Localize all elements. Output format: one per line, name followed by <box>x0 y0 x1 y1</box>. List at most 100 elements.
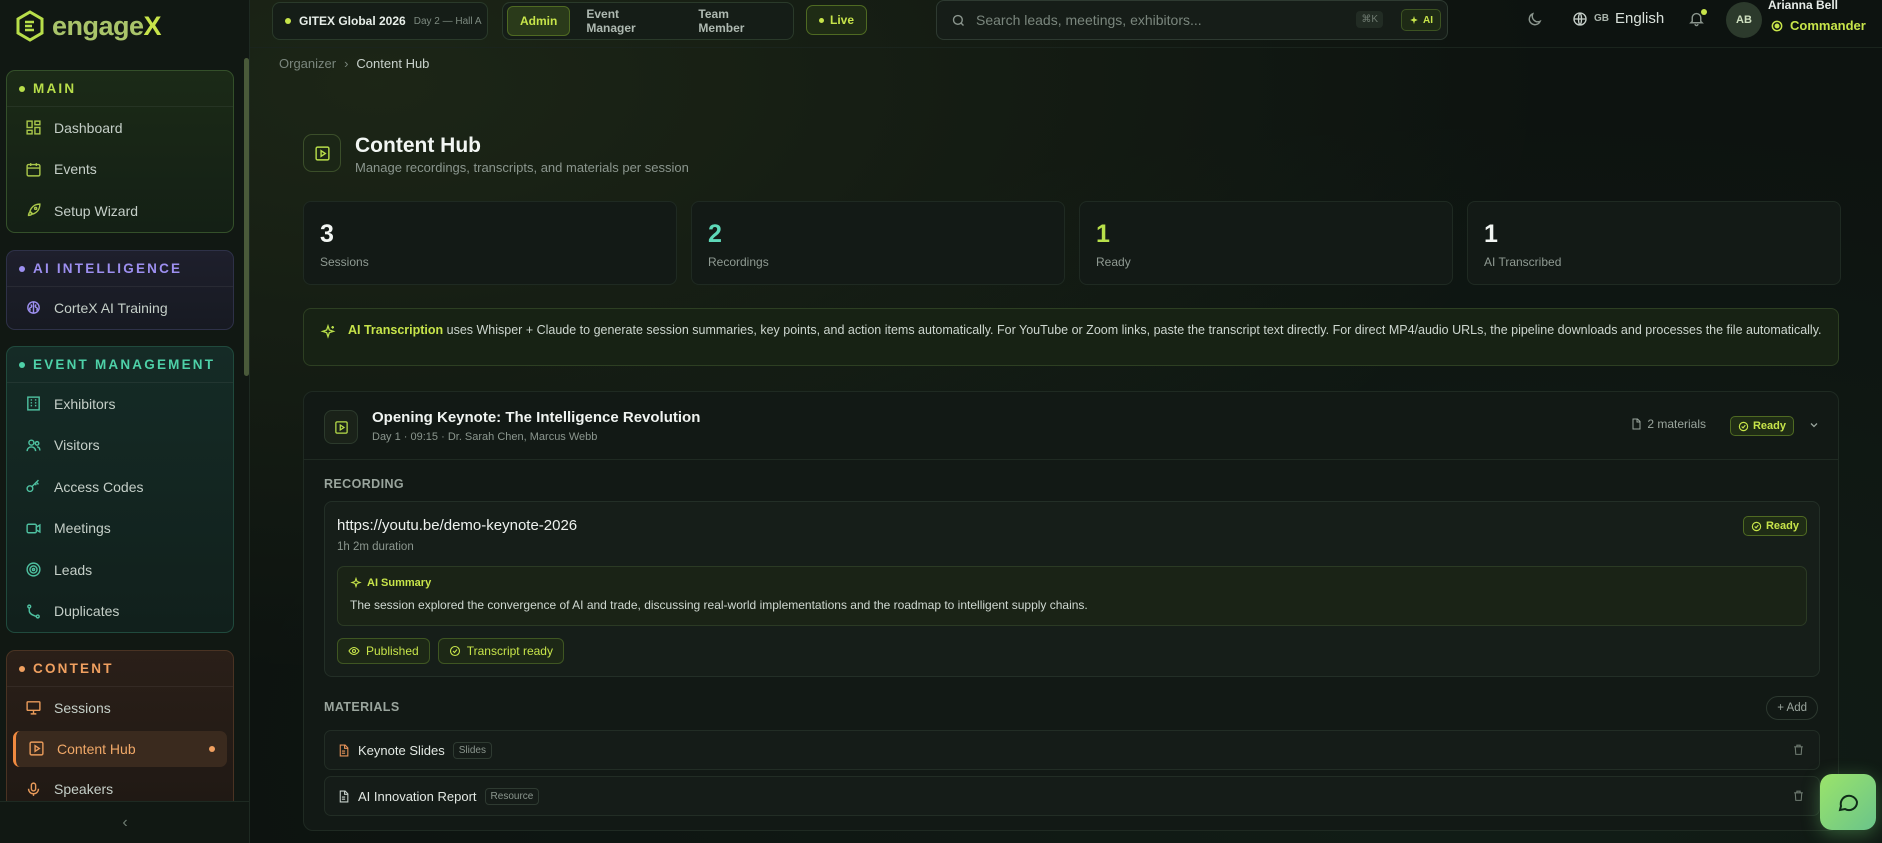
transcript-ready-tag[interactable]: Transcript ready <box>437 638 564 664</box>
merge-icon <box>27 604 40 619</box>
users-icon <box>26 439 41 451</box>
chevron-down-icon[interactable] <box>1808 418 1820 436</box>
sidebar-item-dashboard[interactable]: Dashboard <box>7 107 233 149</box>
role-switcher: Admin Event Manager Team Member <box>502 2 794 40</box>
dashboard-icon <box>26 120 41 135</box>
chat-bubble-icon <box>1838 794 1859 812</box>
play-square-icon <box>314 145 330 161</box>
mic-icon <box>27 782 40 796</box>
breadcrumb-parent[interactable]: Organizer <box>279 56 336 71</box>
delete-material-button[interactable] <box>1792 789 1805 805</box>
sidebar-item-meetings[interactable]: Meetings <box>7 508 233 550</box>
sidebar-item-speakers[interactable]: Speakers <box>7 769 233 802</box>
check-circle-icon <box>449 645 460 657</box>
event-status-dot <box>285 18 291 24</box>
nav-group-header: CONTENT <box>7 651 233 687</box>
sparkle-icon <box>320 324 336 339</box>
notifications-button[interactable] <box>1688 9 1707 32</box>
stat-label: AI Transcribed <box>1484 255 1562 269</box>
sidebar-item-sessions[interactable]: Sessions <box>7 687 233 729</box>
session-icon <box>324 410 358 444</box>
materials-section-label: MATERIALS <box>324 700 400 714</box>
status-badge: Ready <box>1729 416 1794 436</box>
stat-value: 2 <box>708 220 722 248</box>
language-selector[interactable]: GB English <box>1572 10 1664 27</box>
brain-icon <box>27 301 40 315</box>
add-material-button[interactable]: + Add <box>1766 696 1818 720</box>
ai-summary-title: AI Summary <box>350 577 1794 589</box>
materials-count: 2 materials <box>1630 417 1706 431</box>
delete-material-button[interactable] <box>1792 743 1805 759</box>
rocket-icon <box>27 203 41 217</box>
stat-card-sessions: 3 Sessions <box>303 201 677 285</box>
sidebar-item-visitors[interactable]: Visitors <box>7 425 233 467</box>
user-name: Arianna Bell <box>1768 0 1839 12</box>
event-selector[interactable]: GITEX Global 2026 Day 2 — Hall A <box>272 2 488 40</box>
sidebar-item-duplicates[interactable]: Duplicates <box>7 591 233 633</box>
nav-group-event-management: EVENT MANAGEMENT Exhibitors Visitors Acc… <box>6 346 234 633</box>
file-icon <box>339 744 349 756</box>
notification-dot <box>1701 9 1707 15</box>
sidebar-item-setup-wizard[interactable]: Setup Wizard <box>7 190 233 232</box>
material-row[interactable]: Keynote Slides Slides <box>324 730 1820 770</box>
sidebar: engageX MAIN Dashboard Events Setup Wiza… <box>0 0 250 843</box>
sidebar-item-content-hub[interactable]: Content Hub <box>13 730 227 767</box>
search-input[interactable]: Search leads, meetings, exhibitors... <box>976 12 1202 28</box>
play-square-icon <box>334 420 348 434</box>
video-icon <box>26 523 41 534</box>
brand-name: engageX <box>52 10 162 41</box>
stat-card-ready: 1 Ready <box>1079 201 1453 285</box>
stat-value: 3 <box>320 220 334 248</box>
nav-group-header: MAIN <box>7 71 233 107</box>
user-role: Commander <box>1770 18 1866 33</box>
material-name: Keynote Slides <box>358 742 445 758</box>
stat-value: 1 <box>1096 220 1110 248</box>
role-tab-event-manager[interactable]: Event Manager <box>574 0 682 42</box>
sidebar-item-leads[interactable]: Leads <box>7 549 233 591</box>
badge-icon <box>1771 20 1783 31</box>
topbar: GITEX Global 2026 Day 2 — Hall A Admin E… <box>250 0 1882 48</box>
session-card: Opening Keynote: The Intelligence Revolu… <box>303 391 1839 831</box>
sidebar-collapse-button[interactable]: ‹ <box>0 801 250 843</box>
eye-icon <box>348 646 360 656</box>
live-badge[interactable]: Live <box>806 5 868 35</box>
global-search[interactable]: Search leads, meetings, exhibitors... ⌘K… <box>936 0 1448 40</box>
trash-icon <box>1794 790 1803 801</box>
stat-card-recordings: 2 Recordings <box>691 201 1065 285</box>
active-indicator <box>209 745 215 752</box>
recording-section-label: RECORDING <box>324 477 404 491</box>
sidebar-item-access-codes[interactable]: Access Codes <box>7 466 233 508</box>
globe-icon <box>1573 11 1587 26</box>
nav-group-content: CONTENT Sessions Content Hub Speakers <box>6 650 234 801</box>
sidebar-item-events[interactable]: Events <box>7 149 233 191</box>
chat-button[interactable] <box>1820 774 1876 830</box>
role-tab-admin[interactable]: Admin <box>507 6 571 36</box>
role-tab-team-member[interactable]: Team Member <box>686 0 789 42</box>
sparkle-icon <box>350 577 362 589</box>
brand-logo[interactable]: engageX <box>14 10 162 42</box>
ai-summary: AI Summary The session explored the conv… <box>337 566 1807 626</box>
published-tag[interactable]: Published <box>337 638 430 664</box>
search-ai-button[interactable]: AI <box>1401 9 1441 31</box>
moon-icon <box>1528 12 1542 26</box>
material-row[interactable]: AI Innovation Report Resource <box>324 776 1820 816</box>
material-type-badge: Slides <box>452 741 492 759</box>
sidebar-item-cortex-ai-training[interactable]: CorteX AI Training <box>7 287 233 329</box>
theme-toggle-button[interactable] <box>1526 11 1543 33</box>
nav-group-header: AI INTELLIGENCE <box>7 251 233 287</box>
logo-icon <box>16 10 44 42</box>
recording-url[interactable]: https://youtu.be/demo-keynote-2026 <box>337 517 577 534</box>
material-type-badge: Resource <box>484 787 540 805</box>
recording-tags: Published Transcript ready <box>337 638 564 664</box>
sidebar-item-exhibitors[interactable]: Exhibitors <box>7 383 233 425</box>
target-icon <box>26 562 41 577</box>
session-header[interactable]: Opening Keynote: The Intelligence Revolu… <box>304 392 1838 460</box>
page-title: Content Hub <box>355 134 481 157</box>
breadcrumb: Organizer › Content Hub <box>279 56 429 71</box>
avatar[interactable]: AB <box>1726 2 1762 38</box>
file-icon <box>339 790 349 802</box>
play-square-icon <box>29 741 44 756</box>
file-icon <box>1632 418 1641 430</box>
calendar-icon <box>26 162 41 177</box>
sparkle-icon <box>1410 15 1418 25</box>
